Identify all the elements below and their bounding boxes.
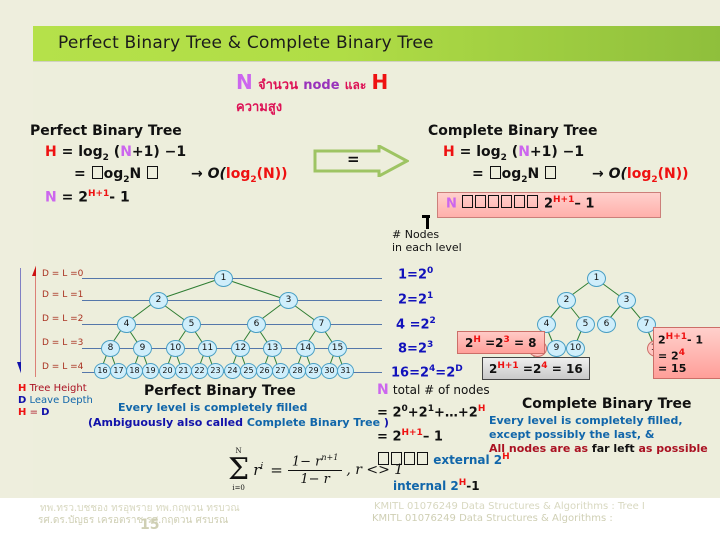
complete-node-1[interactable]: 1 xyxy=(587,270,606,287)
total-nodes-sum-line: = 20+21+…+2H xyxy=(377,404,485,420)
total-nodes-eq2: = xyxy=(377,429,388,445)
formula-numerator: 1− r xyxy=(291,454,322,470)
total-nodes-eq1: = xyxy=(377,405,388,421)
complete-desc-line3b: far left xyxy=(591,442,635,455)
thai-box-glyph-icon xyxy=(404,452,415,465)
complete-node-5[interactable]: 5 xyxy=(576,316,595,333)
thai-box-glyph-icon xyxy=(417,452,428,465)
formula-numerator-exp: n+1 xyxy=(321,452,339,462)
legend-tree-height: H Tree Height xyxy=(18,383,87,394)
total-nodes-eq2-exp: H+1 xyxy=(401,428,423,438)
callout-right-l1a: 2 xyxy=(658,333,666,347)
total-nodes-closed-line: = 2H+1– 1 xyxy=(377,428,443,444)
callout-right-l2exp: 4 xyxy=(678,347,685,358)
page-number: 15 xyxy=(140,517,160,533)
callout-2h1-exp2: 4 xyxy=(541,361,548,371)
legend-d-key: D xyxy=(18,395,27,406)
complete-node-3[interactable]: 3 xyxy=(617,292,636,309)
complete-desc-line3c: as possible xyxy=(634,442,708,455)
legend-h-equals-d: H = D xyxy=(18,407,49,418)
callout-2h1-exp: H+1 xyxy=(497,361,519,371)
formula-denominator: 1− r xyxy=(300,472,330,488)
complete-desc-line1: Every level is completely filled, xyxy=(489,414,683,427)
legend-leave-depth: D Leave Depth xyxy=(18,395,93,406)
callout-right-l3: = 15 xyxy=(658,362,687,376)
footer-en-line2: KMITL 01076249 Data Structures & Algorit… xyxy=(372,513,613,524)
internal-nodes-exp-tail: -1 xyxy=(466,479,480,493)
complete-desc-line3: All nodes are as far left as possible xyxy=(489,442,708,455)
legend-h-key: H xyxy=(18,383,27,394)
formula-term-exp: i xyxy=(260,462,264,472)
callout-2h-exp2: 3 xyxy=(503,335,510,345)
perfect-desc-line2-open: (Ambiguously also called xyxy=(88,416,247,429)
two-power-h-plus-one-callout: 2H+1 =24 = 16 xyxy=(482,357,590,380)
slide-footer: ทพ.ทรว.บชชอง ทรอุพราย ทพ.กฤพวน ทรบวณ รศ.… xyxy=(0,498,720,540)
legend-hd-h: H xyxy=(18,407,27,418)
footer-en-line1: KMITL 01076249 Data Structures & Algorit… xyxy=(374,501,645,512)
complete-node-2[interactable]: 2 xyxy=(557,292,576,309)
complete-node-10[interactable]: 10 xyxy=(566,340,585,357)
complete-node-9[interactable]: 9 xyxy=(547,340,566,357)
slide-canvas: Perfect Binary Tree & Complete Binary Tr… xyxy=(0,0,720,540)
perfect-desc-line2-bold: Complete Binary Tree xyxy=(246,416,381,429)
callout-right-l2a: = 2 xyxy=(658,349,679,363)
total-nodes-eq1-p2: +…+2 xyxy=(433,405,478,421)
total-nodes-label: total # of nodes xyxy=(392,383,490,397)
formula-sigma-icon: Σ xyxy=(228,452,250,487)
callout-2h1-mid: =2 xyxy=(522,362,542,376)
callout-right-l1b: - 1 xyxy=(687,333,704,347)
internal-nodes-label: internal 2 xyxy=(393,479,459,493)
legend-h-label: Tree Height xyxy=(29,383,87,394)
perfect-desc-title: Perfect Binary Tree xyxy=(144,383,296,399)
callout-right-l1exp: H+1 xyxy=(665,332,687,342)
complete-desc-line2: except possibly the last, & xyxy=(489,428,655,441)
thai-box-glyph-icon xyxy=(378,452,389,465)
total-nodes-eq1-sh: H xyxy=(477,404,486,414)
perfect-desc-line1: Every level is completely filled xyxy=(118,401,308,414)
callout-2h-mid: =2 xyxy=(485,336,504,350)
legend-hd-eq: = xyxy=(29,407,38,418)
two-power-h-callout: 2H =23 = 8 xyxy=(457,331,545,354)
total-nodes-eq2-rest: – 1 xyxy=(422,429,443,445)
complete-total-nodes-callout: 2H+1- 1 = 24 = 15 xyxy=(653,327,720,380)
total-nodes-n: N xyxy=(377,382,389,398)
internal-nodes-line: internal 2H-1 xyxy=(393,478,480,493)
thai-box-glyph-icon xyxy=(391,452,402,465)
complete-desc-line3a: All nodes are as xyxy=(489,442,592,455)
callout-2h-tail: = 8 xyxy=(513,336,537,350)
callout-2h-exp: H xyxy=(473,335,481,345)
complete-desc-title: Complete Binary Tree xyxy=(522,396,692,412)
legend-d-label: Leave Depth xyxy=(29,395,93,406)
footer-thai-line2: รศ.ดร.บัญธร เครอตราช รศ.กฤตวน ศรบรณ xyxy=(38,515,229,526)
legend-hd-d: D xyxy=(41,407,50,418)
total-nodes-eq1-p1: +2 xyxy=(407,405,428,421)
external-nodes-label: external 2 xyxy=(433,453,503,467)
perfect-desc-line2: (Ambiguously also called Complete Binary… xyxy=(88,416,389,429)
total-nodes-heading: N total # of nodes xyxy=(377,382,490,398)
formula-equals: = xyxy=(270,461,283,479)
complete-node-6[interactable]: 6 xyxy=(597,316,616,333)
callout-2h1-tail: = 16 xyxy=(551,362,583,376)
